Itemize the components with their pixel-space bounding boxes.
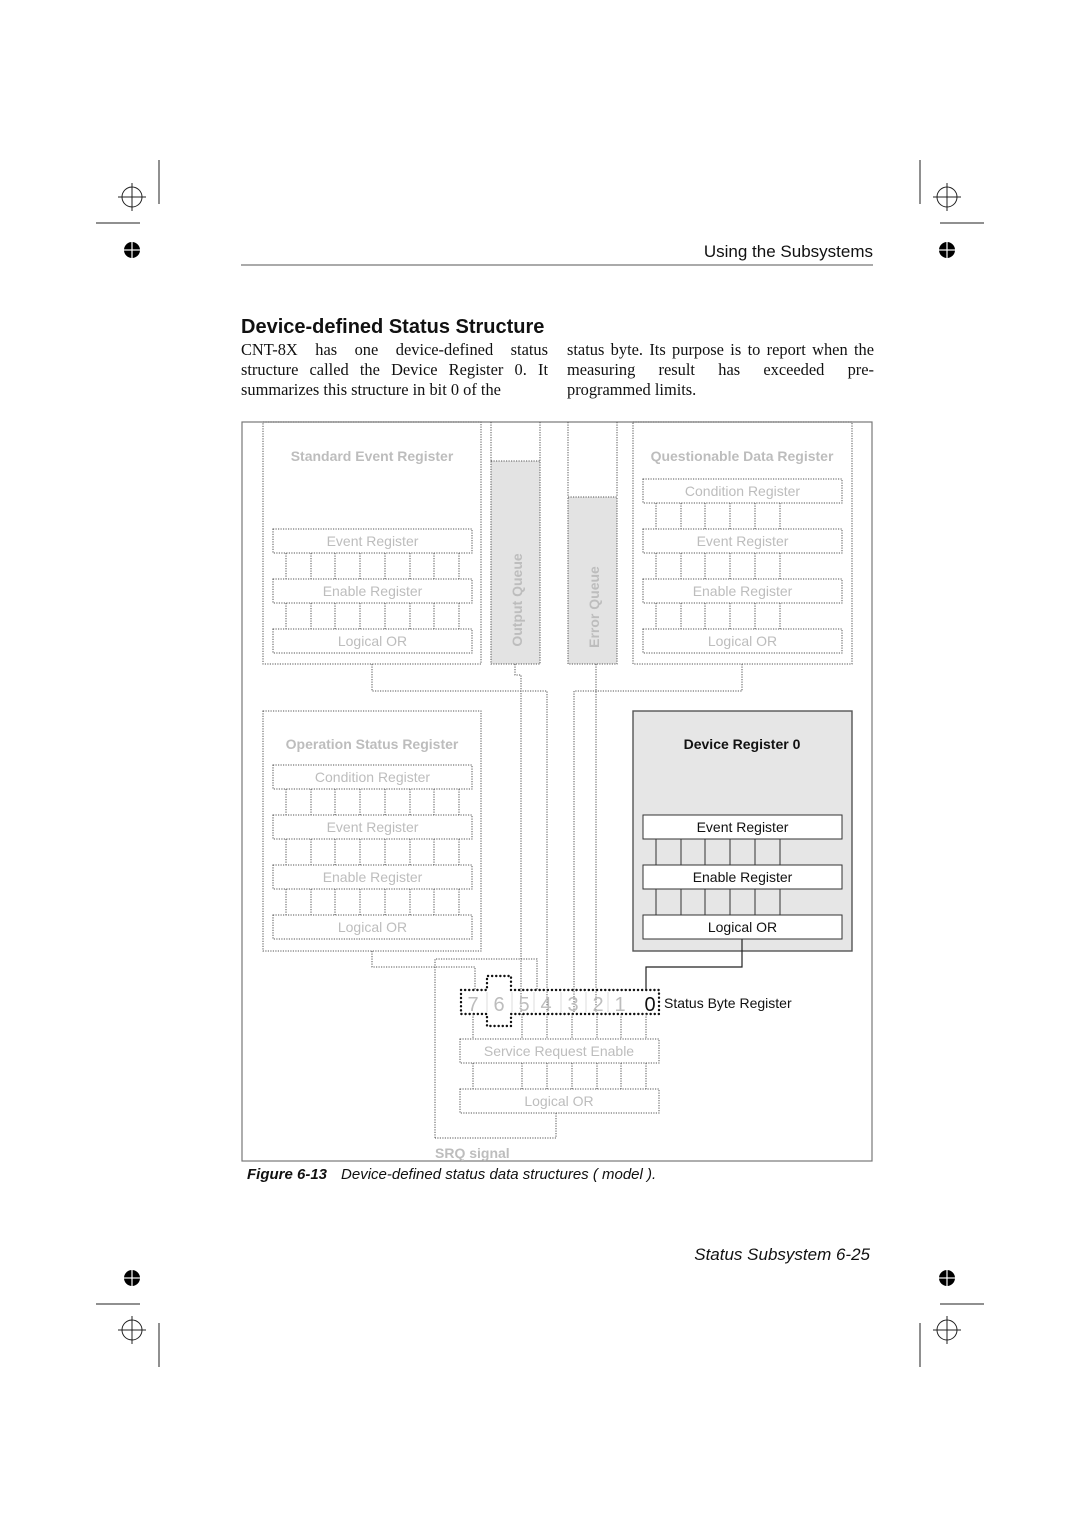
- status-byte-bit-7: 7: [467, 994, 478, 1016]
- standard-event-register-title: Standard Event Register: [291, 448, 454, 464]
- srq-output-line: [435, 1113, 557, 1139]
- device-register-row-label: Logical OR: [708, 919, 777, 935]
- service-request-enable-label: Service Request Enable: [484, 1043, 634, 1059]
- questionable-row-label: Condition Register: [685, 483, 801, 499]
- status-byte-bit-2: 2: [592, 994, 603, 1016]
- status-byte-register-outline: [459, 974, 661, 1028]
- operation-summary-line: [371, 951, 476, 990]
- questionable-row-label: Enable Register: [693, 583, 793, 599]
- questionable-data-register-title: Questionable Data Register: [651, 448, 834, 464]
- operation-row-label: Condition Register: [315, 769, 431, 785]
- questionable-row-label: Logical OR: [708, 633, 777, 649]
- status-byte-bit-3: 3: [567, 994, 578, 1016]
- device-register-row-label: Event Register: [697, 819, 789, 835]
- status-structure-diagram: Standard Event Register Event Register Ena…: [241, 421, 873, 1162]
- figure-caption: Figure 6-13 Device-defined status data st…: [247, 1166, 656, 1183]
- output-queue-summary-line: [514, 664, 522, 1012]
- figure-label: Figure 6-13: [247, 1166, 328, 1183]
- output-queue-label: Output Queue: [509, 553, 525, 647]
- srq-logical-or-label: Logical OR: [524, 1093, 593, 1109]
- status-byte-bit-0: 0: [644, 994, 655, 1016]
- standard-event-row-label: Event Register: [327, 533, 419, 549]
- status-byte-bit-4: 4: [540, 994, 551, 1016]
- error-queue-label: Error Queue: [586, 566, 602, 648]
- device-register-title: Device Register 0: [684, 736, 801, 752]
- srq-signal-label: SRQ signal: [435, 1145, 510, 1161]
- standard-event-row-label: Logical OR: [338, 633, 407, 649]
- questionable-row-label: Event Register: [697, 533, 789, 549]
- standard-event-row-label: Enable Register: [323, 583, 423, 599]
- operation-row-label: Enable Register: [323, 869, 423, 885]
- operation-row-label: Logical OR: [338, 919, 407, 935]
- status-byte-bit-6: 6: [493, 994, 504, 1016]
- status-byte-bit-1: 1: [614, 994, 625, 1016]
- status-byte-register-label: Status Byte Register: [664, 995, 792, 1011]
- device-register-row-label: Enable Register: [693, 869, 793, 885]
- figure-caption-text: Device-defined status data structures ( …: [341, 1166, 657, 1183]
- operation-row-label: Event Register: [327, 819, 419, 835]
- page-footer: Status Subsystem 6-25: [694, 1245, 870, 1264]
- status-byte-bit-5: 5: [518, 994, 529, 1016]
- operation-status-register-title: Operation Status Register: [286, 736, 459, 752]
